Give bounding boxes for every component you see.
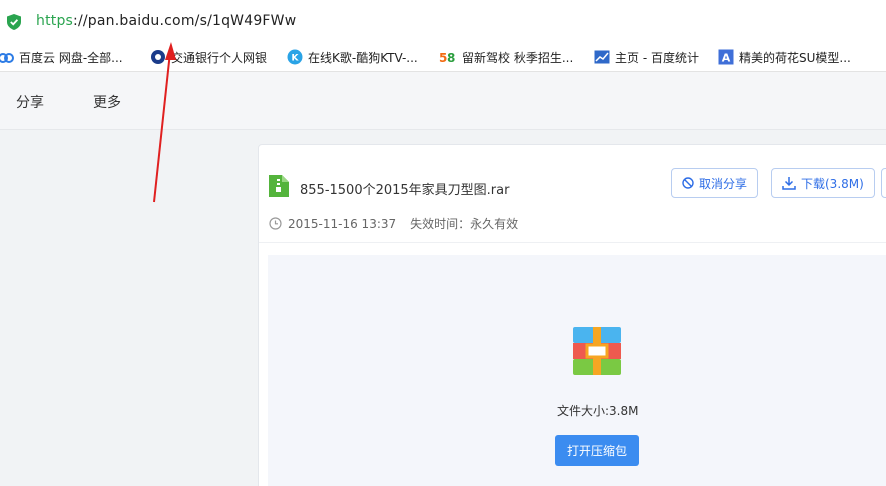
bookmark-kugou[interactable]: K 在线K歌-酷狗KTV-... (287, 47, 418, 67)
bookmark-label: 留新驾校 秋季招生... (462, 50, 574, 65)
extra-button[interactable] (881, 168, 886, 198)
file-size: 文件大小:3.8M (557, 404, 639, 418)
file-name: 855-1500个2015年家具刀型图.rar (300, 183, 510, 198)
bookmark-baidu-cloud[interactable]: 百度云 网盘-全部... (0, 47, 123, 67)
svg-text:K: K (292, 54, 300, 64)
bookmark-label: 交通银行个人网银 (171, 50, 268, 65)
chart-icon (594, 50, 610, 64)
bookmark-58[interactable]: 5 8 留新驾校 秋季招生... (439, 47, 573, 67)
svg-text:8: 8 (447, 51, 455, 65)
expire-time: 失效时间：永久有效 (410, 217, 519, 231)
ban-icon (682, 177, 694, 189)
cancel-share-label: 取消分享 (699, 176, 748, 191)
bookmark-label: 精美的荷花SU模型... (739, 50, 851, 65)
file-meta: 2015-11-16 13:37 失效时间：永久有效 (269, 215, 518, 232)
58-icon: 5 8 (439, 51, 455, 65)
cancel-share-button[interactable]: 取消分享 (671, 168, 759, 198)
bookmark-baidu-tongji[interactable]: 主页 - 百度统计 (594, 47, 699, 67)
preview-area: 文件大小:3.8M 打开压缩包 (268, 255, 886, 486)
share-date: 2015-11-16 13:37 (288, 216, 397, 231)
bookmark-bank[interactable]: 交通银行个人网银 (150, 47, 267, 67)
secure-shield-icon (7, 14, 21, 30)
baidu-cloud-icon (0, 53, 14, 63)
nav-share[interactable]: 分享 (16, 92, 44, 112)
archive-file-icon (269, 175, 289, 197)
bookmark-label: 主页 - 百度统计 (615, 50, 699, 65)
url-scheme: https (36, 13, 74, 29)
bookmark-su-model[interactable]: A 精美的荷花SU模型... (718, 47, 851, 67)
page-body: 分享 更多 855-1500个2015年家具刀型图.rar 取消分享 下载(3.… (0, 72, 886, 486)
file-card: 855-1500个2015年家具刀型图.rar 取消分享 下载(3.8M) 20… (258, 144, 886, 486)
nav-more[interactable]: 更多 (93, 92, 121, 112)
clock-icon (269, 217, 282, 230)
download-label: 下载(3.8M) (801, 176, 864, 191)
bookmark-label: 百度云 网盘-全部... (19, 50, 123, 65)
url-rest: ://pan.baidu.com/s/1qW49FWw (73, 13, 297, 29)
bookmarks-bar: 百度云 网盘-全部... 交通银行个人网银 K 在线K歌-酷狗KTV-... 5… (0, 42, 886, 72)
download-icon (782, 177, 796, 190)
address-bar[interactable]: https://pan.baidu.com/s/1qW49FWw (0, 0, 886, 42)
kugou-icon: K (287, 49, 303, 65)
divider (259, 242, 886, 243)
letter-a-icon: A (718, 49, 734, 65)
bookmark-label: 在线K歌-酷狗KTV-... (308, 50, 418, 65)
top-nav: 分享 更多 (0, 72, 886, 130)
zip-archive-icon (573, 327, 621, 375)
url-text[interactable]: https://pan.baidu.com/s/1qW49FWw (36, 13, 296, 29)
download-button[interactable]: 下载(3.8M) (771, 168, 875, 198)
svg-text:A: A (722, 52, 731, 65)
open-archive-button[interactable]: 打开压缩包 (555, 435, 639, 466)
bank-icon (151, 50, 165, 64)
